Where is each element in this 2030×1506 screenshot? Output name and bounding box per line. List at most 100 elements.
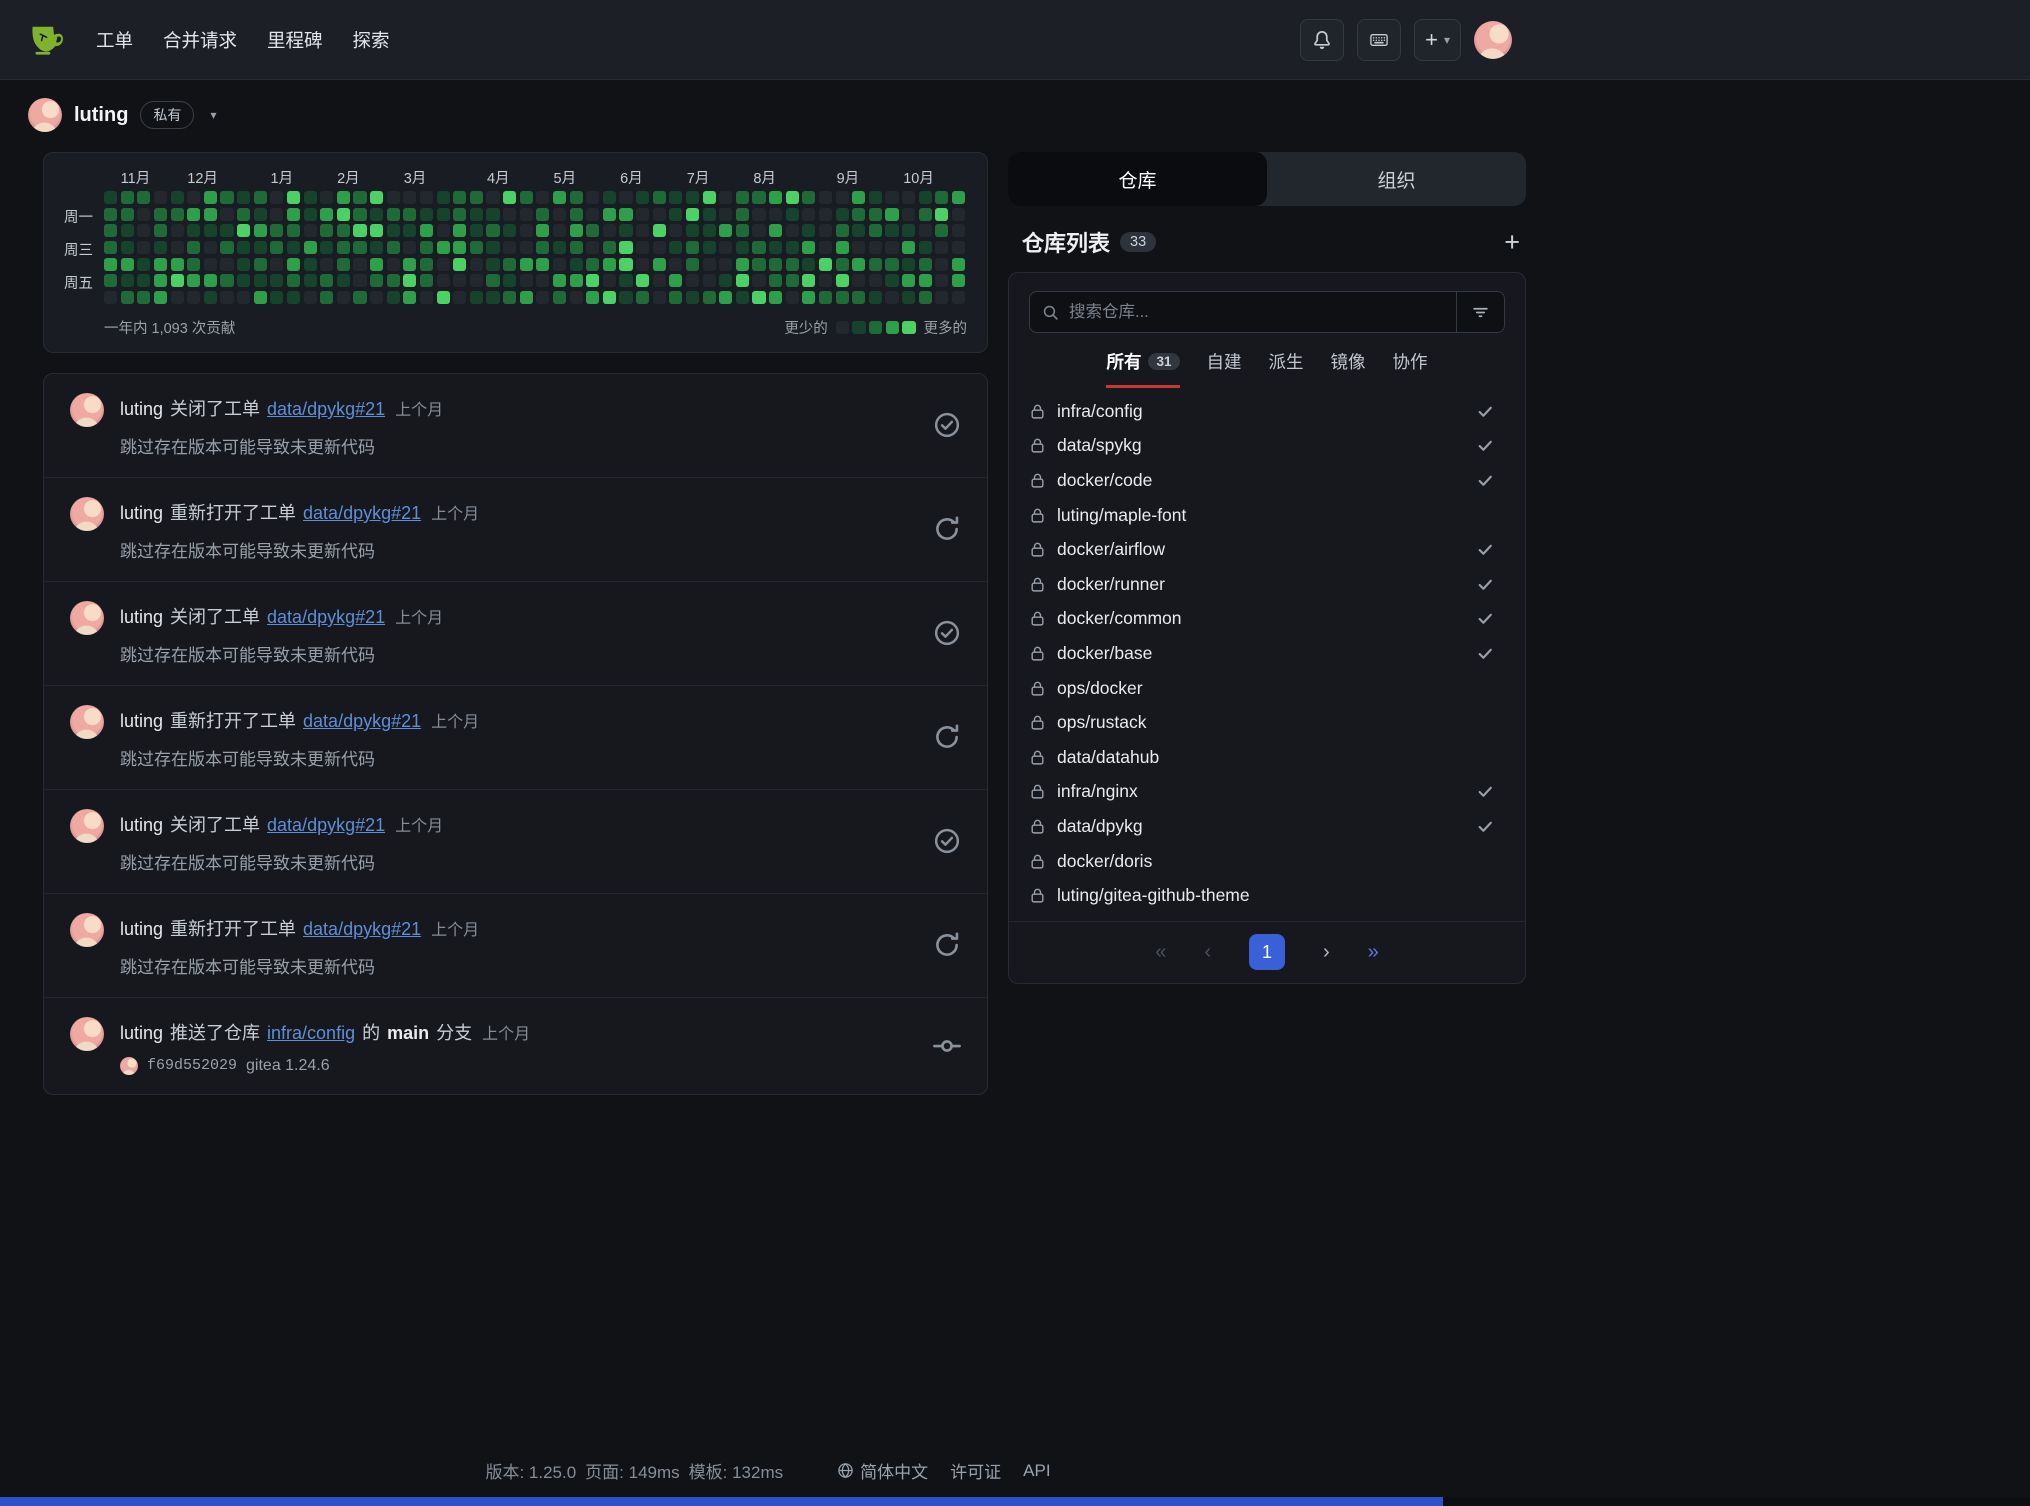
- heatmap-cell[interactable]: [885, 291, 898, 304]
- heatmap-cell[interactable]: [370, 274, 383, 287]
- heatmap-cell[interactable]: [337, 224, 350, 237]
- heatmap-cell[interactable]: [952, 224, 965, 237]
- heatmap-cell[interactable]: [719, 258, 732, 271]
- heatmap-cell[interactable]: [952, 208, 965, 221]
- heatmap-cell[interactable]: [952, 274, 965, 287]
- heatmap-cell[interactable]: [736, 191, 749, 204]
- heatmap-cell[interactable]: [287, 191, 300, 204]
- heatmap-cell[interactable]: [154, 241, 167, 254]
- heatmap-cell[interactable]: [902, 291, 915, 304]
- heatmap-cell[interactable]: [769, 191, 782, 204]
- heatmap-cell[interactable]: [254, 291, 267, 304]
- heatmap-cell[interactable]: [220, 291, 233, 304]
- heatmap-cell[interactable]: [636, 258, 649, 271]
- heatmap-cell[interactable]: [786, 258, 799, 271]
- heatmap-cell[interactable]: [786, 208, 799, 221]
- create-new-button[interactable]: + ▾: [1414, 19, 1461, 61]
- heatmap-cell[interactable]: [104, 208, 117, 221]
- heatmap-cell[interactable]: [736, 208, 749, 221]
- heatmap-cell[interactable]: [287, 274, 300, 287]
- heatmap-cell[interactable]: [453, 208, 466, 221]
- heatmap-cell[interactable]: [669, 258, 682, 271]
- feed-avatar[interactable]: [70, 601, 104, 635]
- heatmap-cell[interactable]: [187, 274, 200, 287]
- heatmap-cell[interactable]: [503, 191, 516, 204]
- heatmap-cell[interactable]: [121, 241, 134, 254]
- heatmap-cell[interactable]: [337, 274, 350, 287]
- heatmap-cell[interactable]: [420, 224, 433, 237]
- heatmap-cell[interactable]: [187, 224, 200, 237]
- heatmap-cell[interactable]: [703, 258, 716, 271]
- heatmap-cell[interactable]: [353, 291, 366, 304]
- heatmap-cell[interactable]: [869, 208, 882, 221]
- heatmap-cell[interactable]: [719, 241, 732, 254]
- heatmap-cell[interactable]: [786, 241, 799, 254]
- heatmap-cell[interactable]: [636, 241, 649, 254]
- heatmap-cell[interactable]: [320, 224, 333, 237]
- heatmap-cell[interactable]: [869, 191, 882, 204]
- heatmap-cell[interactable]: [437, 224, 450, 237]
- heatmap-cell[interactable]: [353, 191, 366, 204]
- heatmap-cell[interactable]: [204, 208, 217, 221]
- heatmap-cell[interactable]: [470, 191, 483, 204]
- heatmap-cell[interactable]: [669, 224, 682, 237]
- feed-target-link[interactable]: data/dpykg#21: [303, 503, 421, 524]
- heatmap-cell[interactable]: [503, 258, 516, 271]
- heatmap-cell[interactable]: [869, 224, 882, 237]
- heatmap-cell[interactable]: [669, 208, 682, 221]
- heatmap-cell[interactable]: [653, 191, 666, 204]
- filter-all[interactable]: 所有31: [1106, 349, 1179, 388]
- heatmap-cell[interactable]: [885, 274, 898, 287]
- heatmap-cell[interactable]: [470, 224, 483, 237]
- heatmap-cell[interactable]: [885, 208, 898, 221]
- heatmap-cell[interactable]: [819, 208, 832, 221]
- heatmap-cell[interactable]: [104, 241, 117, 254]
- heatmap-cell[interactable]: [370, 191, 383, 204]
- heatmap-cell[interactable]: [304, 224, 317, 237]
- new-repo-button[interactable]: +: [1504, 229, 1520, 256]
- heatmap-cell[interactable]: [304, 208, 317, 221]
- heatmap-cell[interactable]: [520, 241, 533, 254]
- heatmap-cell[interactable]: [104, 291, 117, 304]
- heatmap-cell[interactable]: [935, 274, 948, 287]
- repo-search-input[interactable]: [1069, 303, 1456, 322]
- heatmap-cell[interactable]: [703, 274, 716, 287]
- heatmap-cell[interactable]: [653, 241, 666, 254]
- heatmap-cell[interactable]: [353, 258, 366, 271]
- heatmap-cell[interactable]: [619, 208, 632, 221]
- heatmap-cell[interactable]: [902, 191, 915, 204]
- heatmap-cell[interactable]: [902, 208, 915, 221]
- gitea-logo[interactable]: [24, 19, 66, 61]
- heatmap-cell[interactable]: [703, 208, 716, 221]
- heatmap-cell[interactable]: [387, 291, 400, 304]
- feed-user-link[interactable]: luting: [120, 1023, 163, 1044]
- heatmap-cell[interactable]: [137, 191, 150, 204]
- profile-avatar[interactable]: [28, 98, 62, 132]
- heatmap-cell[interactable]: [752, 274, 765, 287]
- heatmap-cell[interactable]: [586, 241, 599, 254]
- heatmap-cell[interactable]: [669, 241, 682, 254]
- heatmap-cell[interactable]: [220, 224, 233, 237]
- heatmap-cell[interactable]: [935, 191, 948, 204]
- profile-username[interactable]: luting: [74, 104, 128, 127]
- heatmap-cell[interactable]: [486, 258, 499, 271]
- heatmap-cell[interactable]: [486, 191, 499, 204]
- heatmap-cell[interactable]: [254, 191, 267, 204]
- heatmap-cell[interactable]: [171, 208, 184, 221]
- heatmap-cell[interactable]: [935, 208, 948, 221]
- heatmap-cell[interactable]: [836, 241, 849, 254]
- heatmap-cell[interactable]: [503, 208, 516, 221]
- heatmap-cell[interactable]: [137, 208, 150, 221]
- heatmap-cell[interactable]: [669, 291, 682, 304]
- heatmap-cell[interactable]: [320, 258, 333, 271]
- heatmap-cell[interactable]: [802, 258, 815, 271]
- pagination-current-page[interactable]: 1: [1249, 934, 1285, 970]
- heatmap-cell[interactable]: [453, 224, 466, 237]
- heatmap-cell[interactable]: [902, 274, 915, 287]
- heatmap-cell[interactable]: [619, 291, 632, 304]
- heatmap-cell[interactable]: [320, 191, 333, 204]
- heatmap-cell[interactable]: [204, 291, 217, 304]
- heatmap-cell[interactable]: [486, 241, 499, 254]
- heatmap-cell[interactable]: [137, 291, 150, 304]
- heatmap-cell[interactable]: [486, 224, 499, 237]
